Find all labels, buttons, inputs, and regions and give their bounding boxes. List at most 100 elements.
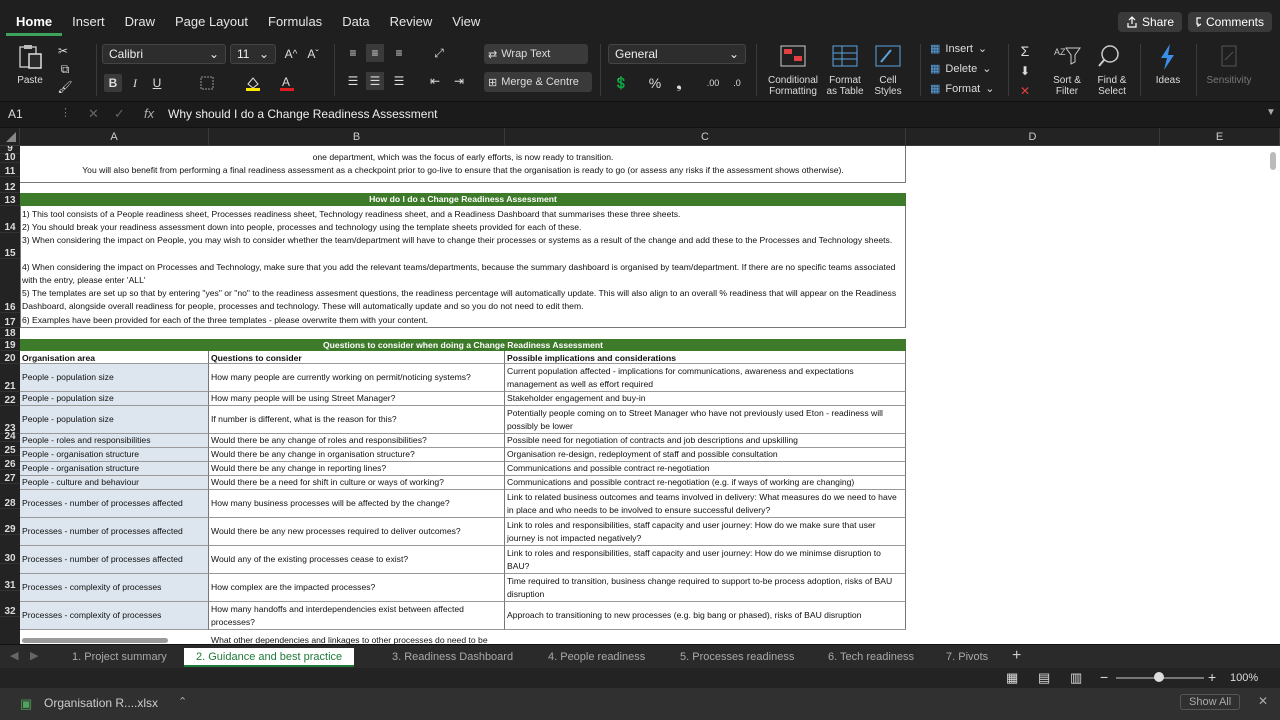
row-header[interactable]: 25: [0, 442, 20, 456]
horizontal-scrollbar[interactable]: [22, 638, 168, 643]
increase-font-icon[interactable]: A ^: [282, 45, 300, 63]
decrease-indent-icon[interactable]: ⇤: [426, 72, 444, 90]
align-middle-icon[interactable]: ≡: [366, 44, 384, 62]
download-filename[interactable]: Organisation R....xlsx: [44, 696, 158, 710]
decrease-font-icon[interactable]: Aˇ: [304, 45, 322, 63]
autosum-icon[interactable]: Σ: [1016, 42, 1034, 60]
table-cell-area[interactable]: People - organisation structure: [20, 448, 209, 462]
ribbon-tab-insert[interactable]: Insert: [62, 12, 115, 36]
partial-row-question[interactable]: What other dependencies and linkages to …: [209, 634, 505, 644]
how-line[interactable]: 3) When considering the impact on People…: [20, 233, 904, 248]
zoom-out-button[interactable]: −: [1100, 669, 1108, 685]
row-header[interactable]: 30: [0, 535, 20, 564]
table-cell-area[interactable]: Processes - number of processes affected: [20, 490, 209, 518]
table-cell-implication[interactable]: Communications and possible contract re-…: [505, 462, 906, 476]
table-cell-question[interactable]: How many business processes will be affe…: [209, 490, 505, 518]
wrap-text-button[interactable]: ⇄ Wrap Text: [484, 44, 588, 64]
formula-input[interactable]: Why should I do a Change Readiness Asses…: [168, 107, 437, 121]
row-header[interactable]: 13: [0, 193, 20, 206]
table-cell-implication[interactable]: Link to roles and responsibilities, staf…: [505, 546, 906, 574]
align-right-icon[interactable]: ☰: [390, 72, 408, 90]
table-cell-question[interactable]: Would any of the existing processes ceas…: [209, 546, 505, 574]
delete-cells-button[interactable]: ▦ Delete ⌄: [930, 62, 991, 76]
currency-icon[interactable]: 💲: [612, 74, 630, 92]
row-header[interactable]: 19: [0, 339, 20, 351]
expand-formula-icon[interactable]: ▼: [1266, 107, 1276, 118]
table-cell-area[interactable]: Processes - number of processes affected: [20, 546, 209, 574]
format-cells-button[interactable]: ▦ Format ⌄: [930, 82, 994, 96]
select-all-corner[interactable]: [0, 128, 20, 146]
row-header[interactable]: 21: [0, 364, 20, 392]
number-format-select[interactable]: General ⌄: [608, 44, 746, 64]
ideas-button[interactable]: Ideas: [1148, 42, 1188, 86]
cancel-icon[interactable]: ✕: [88, 106, 99, 122]
worksheet-grid[interactable]: 9 10 11 12 13 14 15 16 17 18 19 20 21 22 23 24 25 26 27 28 2…: [0, 146, 1280, 644]
column-header-b[interactable]: B: [209, 128, 505, 146]
sheet-tab[interactable]: 3. Readiness Dashboard: [380, 648, 525, 667]
prev-sheet-icon[interactable]: ◀: [10, 649, 18, 662]
page-layout-view-icon[interactable]: ▤: [1038, 670, 1050, 686]
font-name-select[interactable]: Calibri ⌄: [102, 44, 226, 64]
increase-decimal-icon[interactable]: .00: [704, 74, 722, 92]
row-header[interactable]: 22: [0, 392, 20, 406]
share-button[interactable]: Share: [1118, 12, 1182, 32]
table-cell-implication[interactable]: Current population affected - implicatio…: [505, 364, 906, 392]
format-as-table-button[interactable]: Format as Table: [824, 42, 866, 97]
table-cell-area[interactable]: Processes - complexity of processes: [20, 574, 209, 602]
row-header[interactable]: 28: [0, 484, 20, 509]
ribbon-tab-view[interactable]: View: [442, 12, 490, 36]
clear-icon[interactable]: ✕: [1016, 82, 1034, 100]
copy-icon[interactable]: ⧉: [56, 60, 74, 78]
row-header[interactable]: 29: [0, 509, 20, 535]
table-cell-question[interactable]: Would there be a need for shift in cultu…: [209, 476, 505, 490]
show-all-button[interactable]: Show All: [1180, 694, 1241, 710]
row-header[interactable]: 12: [0, 177, 20, 193]
row-header[interactable]: 23: [0, 406, 20, 434]
table-cell-implication[interactable]: Communications and possible contract re-…: [505, 476, 906, 490]
row-header[interactable]: 20: [0, 351, 20, 364]
vertical-scrollbar[interactable]: [1270, 152, 1276, 170]
comments-button[interactable]: Comments: [1188, 12, 1272, 32]
table-header-implications[interactable]: Possible implications and considerations: [505, 351, 906, 364]
comma-icon[interactable]: ❟: [670, 74, 688, 92]
function-icon[interactable]: fx: [144, 106, 154, 121]
column-header-d[interactable]: D: [906, 128, 1160, 146]
table-cell-area[interactable]: Processes - complexity of processes: [20, 602, 209, 630]
how-header[interactable]: How do I do a Change Readiness Assessmen…: [20, 193, 906, 206]
row-header[interactable]: 31: [0, 564, 20, 591]
chevron-up-icon[interactable]: ⌃: [178, 695, 187, 708]
cell-styles-button[interactable]: Cell Styles: [868, 42, 908, 97]
table-cell-question[interactable]: Would there be any change of roles and r…: [209, 434, 505, 448]
row-header[interactable]: 16: [0, 259, 20, 313]
decrease-decimal-icon[interactable]: .0: [728, 74, 746, 92]
zoom-level[interactable]: 100%: [1230, 672, 1258, 684]
ribbon-tab-page-layout[interactable]: Page Layout: [165, 12, 258, 36]
table-cell-area[interactable]: People - population size: [20, 364, 209, 392]
table-cell-area[interactable]: People - organisation structure: [20, 462, 209, 476]
table-cell-implication[interactable]: Stakeholder engagement and buy-in: [505, 392, 906, 406]
sheet-tab[interactable]: 5. Processes readiness: [668, 648, 806, 667]
paste-button[interactable]: Paste: [10, 42, 50, 86]
fill-icon[interactable]: ⬇: [1016, 62, 1034, 80]
sheet-tab[interactable]: 1. Project summary: [60, 648, 179, 667]
table-cell-question[interactable]: Would there be any new processes require…: [209, 518, 505, 546]
ribbon-tab-home[interactable]: Home: [6, 12, 63, 36]
sheet-tab[interactable]: 6. Tech readiness: [816, 648, 926, 667]
table-cell-question[interactable]: Would there be any change in reporting l…: [209, 462, 505, 476]
row-header[interactable]: 11: [0, 163, 20, 177]
orientation-icon[interactable]: ⤢: [430, 44, 448, 62]
table-cell-implication[interactable]: Organisation re-design, redeployment of …: [505, 448, 906, 462]
ribbon-tab-formulas[interactable]: Formulas: [258, 12, 332, 36]
align-center-icon[interactable]: ☰: [366, 72, 384, 90]
cut-icon[interactable]: ✂: [54, 42, 72, 60]
row-header[interactable]: 10: [0, 153, 20, 163]
ribbon-tab-data[interactable]: Data: [332, 12, 379, 36]
confirm-icon[interactable]: ✓: [114, 106, 125, 122]
column-header-c[interactable]: C: [505, 128, 906, 146]
table-cell-question[interactable]: How complex are the impacted processes?: [209, 574, 505, 602]
sheet-tab[interactable]: 7. Pivots: [934, 648, 1000, 667]
find-select-button[interactable]: Find & Select: [1092, 42, 1132, 97]
name-box[interactable]: A1: [8, 107, 23, 121]
font-color-icon[interactable]: A: [278, 74, 296, 92]
bold-button[interactable]: B: [104, 74, 122, 92]
